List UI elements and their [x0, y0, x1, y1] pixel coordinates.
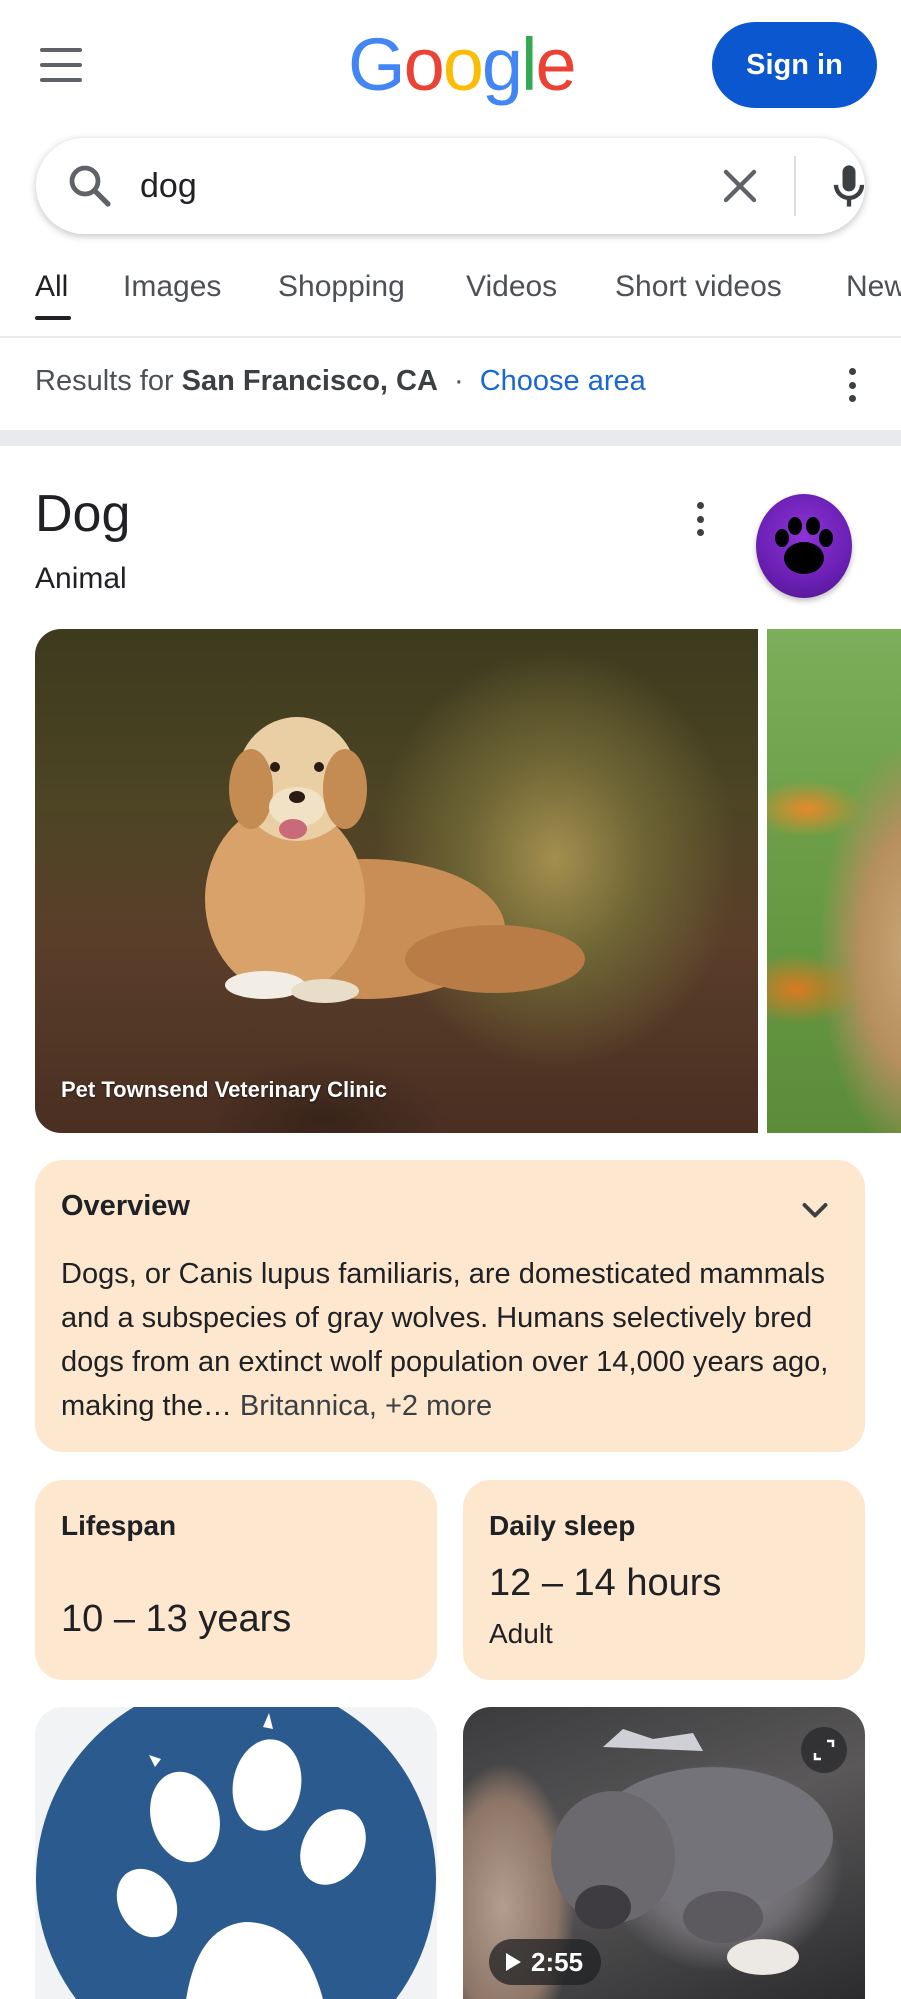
search-bar[interactable]: dog — [36, 138, 865, 234]
play-icon — [506, 1953, 521, 1971]
search-tabs: All Images Shopping Videos Short videos … — [0, 262, 901, 338]
active-tab-indicator — [35, 316, 71, 320]
search-divider — [794, 156, 796, 216]
expand-arrows — [813, 1739, 835, 1761]
tab-all[interactable]: All — [35, 270, 68, 304]
google-logo[interactable]: Google — [348, 28, 577, 102]
search-input[interactable]: dog — [140, 160, 197, 212]
choose-area-link[interactable]: Choose area — [480, 365, 646, 397]
image-source-caption: Pet Townsend Veterinary Clinic — [61, 1077, 388, 1102]
hamburger-menu-icon[interactable] — [40, 48, 82, 82]
fact-note: Adult — [489, 1618, 553, 1649]
tab-videos[interactable]: Videos — [466, 270, 557, 304]
clear-icon[interactable] — [716, 162, 764, 210]
chevron-down-icon[interactable] — [797, 1196, 833, 1226]
tab-news[interactable]: New — [846, 270, 901, 304]
knowledge-panel-subtitle: Animal — [35, 562, 127, 595]
overview-title: Overview — [61, 1190, 190, 1222]
tab-short-videos[interactable]: Short videos — [615, 270, 782, 304]
dog-video-tile[interactable]: 2:55 — [463, 1707, 865, 1999]
overview-card[interactable]: Overview Dogs, or Canis lupus familiaris… — [35, 1160, 865, 1452]
fact-card-lifespan[interactable]: Lifespan 10 – 13 years — [35, 1480, 437, 1680]
location-name: San Francisco, CA — [181, 365, 438, 397]
panel-more-options-icon[interactable] — [695, 502, 705, 536]
fact-value: 10 – 13 years — [61, 1598, 292, 1640]
fact-label: Lifespan — [61, 1510, 177, 1541]
tab-images[interactable]: Images — [123, 270, 221, 304]
paw-icon[interactable] — [756, 494, 852, 598]
section-separator — [0, 430, 901, 446]
location-row: Results for San Francisco, CA · Choose a… — [35, 365, 646, 397]
more-options-icon[interactable] — [847, 368, 857, 402]
tab-shopping[interactable]: Shopping — [278, 270, 405, 304]
fact-value: 12 – 14 hours — [489, 1562, 722, 1604]
mic-icon[interactable] — [823, 160, 875, 212]
overview-source[interactable]: Britannica, +2 more — [232, 1390, 492, 1422]
sign-in-button[interactable]: Sign in — [712, 22, 877, 108]
dog-secondary-image[interactable] — [767, 629, 901, 1133]
video-duration-badge[interactable]: 2:55 — [489, 1939, 602, 1985]
vet-logo-tile[interactable] — [35, 1707, 437, 1999]
paw-glyph — [775, 517, 833, 574]
dog-main-image[interactable]: Pet Townsend Veterinary Clinic — [35, 629, 758, 1133]
paw-logo-icon — [36, 1707, 436, 1999]
golden-retriever-illustration — [205, 717, 585, 1003]
expand-icon[interactable] — [801, 1727, 847, 1773]
fact-card-daily-sleep[interactable]: Daily sleep 12 – 14 hours Adult — [463, 1480, 865, 1680]
search-icon[interactable] — [66, 162, 114, 210]
knowledge-panel-title: Dog — [35, 485, 131, 543]
overview-text: Dogs, or Canis lupus familiaris, are dom… — [61, 1258, 829, 1422]
fact-label: Daily sleep — [489, 1510, 636, 1541]
